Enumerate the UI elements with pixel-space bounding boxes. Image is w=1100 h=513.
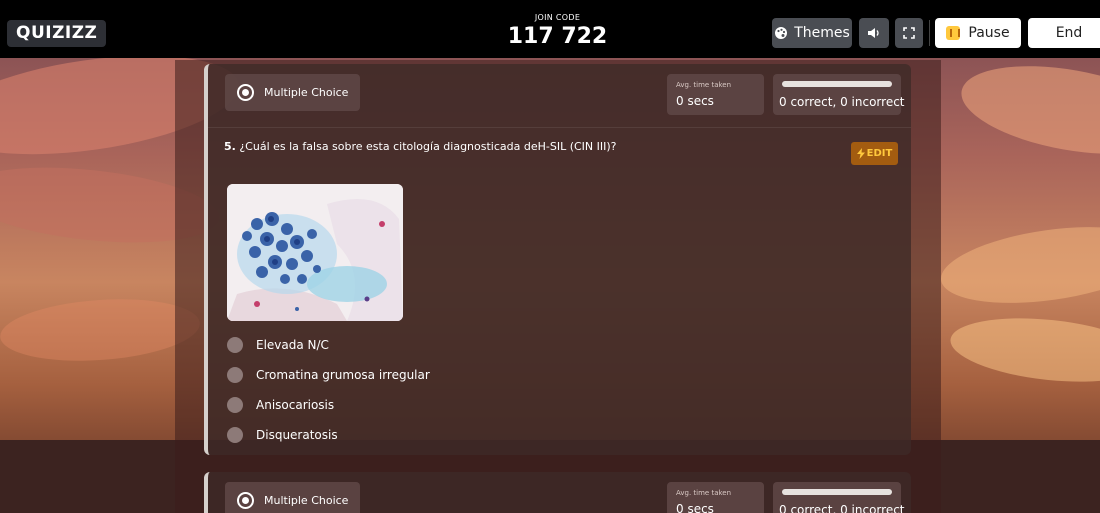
accuracy-panel: 0 correct, 0 incorrect [773, 74, 905, 115]
answer-option: Elevada N/C [227, 330, 430, 360]
question-type-badge: Multiple Choice [225, 482, 361, 513]
join-code-label: JOIN CODE [534, 13, 581, 22]
speaker-icon [868, 28, 879, 38]
fullscreen-icon [903, 27, 915, 39]
accuracy-bar [782, 81, 892, 87]
lightning-icon [856, 148, 865, 159]
end-label: End [1055, 25, 1083, 41]
option-indicator [227, 367, 243, 383]
avg-time-label: Avg. time taken [676, 489, 732, 497]
accuracy-text: 0 correct, 0 incorrect [779, 95, 905, 109]
question-type-label: Multiple Choice [264, 494, 349, 507]
avg-time-label: Avg. time taken [676, 81, 732, 89]
join-code: 117 722 [507, 24, 608, 49]
card-divider [208, 127, 911, 128]
toolbar-divider [929, 20, 930, 46]
radio-icon [237, 492, 254, 509]
avg-time-panel: Avg. time taken 0 secs [667, 74, 764, 115]
accuracy-panel: 0 correct, 0 incorrect [773, 482, 905, 513]
option-label: Disqueratosis [256, 428, 338, 442]
end-button[interactable]: End [1028, 18, 1100, 48]
avg-time-value: 0 secs [676, 502, 714, 513]
option-label: Cromatina grumosa irregular [256, 368, 430, 382]
question-card: Multiple Choice Avg. time taken 0 secs 0… [204, 64, 911, 455]
themes-button[interactable]: Themes [772, 18, 852, 48]
answer-option: Disqueratosis [227, 420, 430, 450]
option-label: Elevada N/C [256, 338, 329, 352]
quizizz-logo[interactable]: QUIZIZZ [7, 20, 107, 47]
question-image[interactable] [227, 184, 403, 321]
question-number: 5. [224, 140, 236, 153]
accuracy-text: 0 correct, 0 incorrect [779, 503, 905, 513]
cytology-image [227, 184, 403, 321]
fullscreen-button[interactable] [895, 18, 923, 48]
question-type-label: Multiple Choice [264, 86, 349, 99]
question-body: ¿Cuál es la falsa sobre esta citología d… [239, 140, 617, 153]
palette-icon [775, 27, 788, 39]
answer-option: Anisocariosis [227, 390, 430, 420]
answer-options: Elevada N/C Cromatina grumosa irregular … [227, 330, 430, 450]
option-label: Anisocariosis [256, 398, 335, 412]
join-code-display: JOIN CODE 117 722 [470, 13, 645, 49]
option-indicator [227, 397, 243, 413]
avg-time-value: 0 secs [676, 94, 714, 108]
option-indicator [227, 427, 243, 443]
avg-time-panel: Avg. time taken 0 secs [667, 482, 764, 513]
pause-icon [946, 26, 961, 40]
question-text: 5. ¿Cuál es la falsa sobre esta citologí… [224, 140, 617, 153]
question-card: Multiple Choice Avg. time taken 0 secs 0… [204, 472, 911, 513]
sound-button[interactable] [859, 18, 889, 48]
top-bar: QUIZIZZ JOIN CODE 117 722 Themes Pause E… [0, 0, 1100, 58]
accuracy-bar [782, 489, 892, 495]
edit-label: EDIT [866, 148, 893, 159]
option-indicator [227, 337, 243, 353]
pause-button[interactable]: Pause [935, 18, 1021, 48]
themes-label: Themes [794, 25, 850, 41]
edit-button[interactable]: EDIT [851, 142, 898, 165]
answer-option: Cromatina grumosa irregular [227, 360, 430, 390]
pause-label: Pause [968, 25, 1010, 41]
radio-icon [237, 84, 254, 101]
question-type-badge: Multiple Choice [225, 74, 361, 111]
